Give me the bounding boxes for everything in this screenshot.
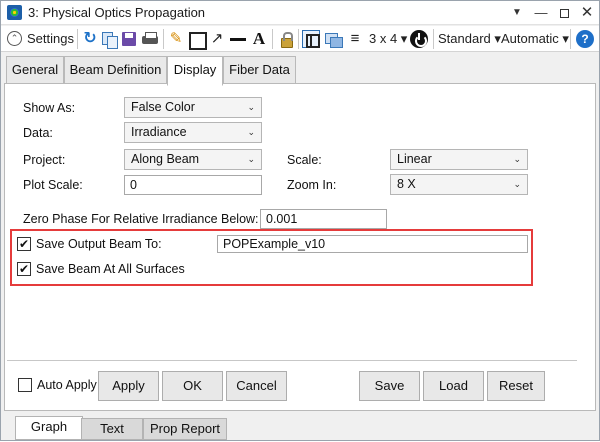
load-button[interactable]: Load [423,371,484,401]
data-label: Data: [23,126,53,140]
grid-icon[interactable] [302,30,320,48]
arrow-line-icon[interactable]: ↗ [208,30,226,48]
toolbar-divider [77,29,78,49]
auto-apply-label: Auto Apply [37,378,97,392]
chevron-down-icon[interactable]: ▼ [507,3,527,23]
app-icon [7,5,22,20]
cancel-button[interactable]: Cancel [226,371,287,401]
window-title: 3: Physical Optics Propagation [28,5,206,20]
chevron-down-icon: ⌄ [247,154,255,164]
toolbar-divider [298,29,299,49]
save-icon[interactable] [120,30,138,48]
tab-text[interactable]: Text [81,418,143,440]
toolbar-divider [272,29,273,49]
toolbar-divider [433,29,434,49]
auto-apply-checkbox[interactable] [18,378,32,392]
close-button[interactable]: ✕ [577,3,597,23]
project-label: Project: [23,153,66,167]
tab-graph[interactable]: Graph [15,416,83,440]
chevron-down-icon: ⌄ [513,154,521,164]
scale-label: Scale: [287,153,322,167]
data-select[interactable]: Irradiance ⌄ [124,122,262,143]
zero-phase-label: Zero Phase For Relative Irradiance Below… [23,212,259,226]
help-icon[interactable]: ? [576,30,594,48]
settings-tabs: General Beam Definition Display Fiber Da… [4,56,596,86]
tab-beam-definition[interactable]: Beam Definition [64,56,167,84]
chevron-down-icon: ⌄ [513,179,521,189]
standard-dropdown[interactable]: Standard ▾ [438,30,501,48]
highlight-box [10,229,533,286]
chevron-down-icon: ⌄ [247,127,255,137]
project-select[interactable]: Along Beam ⌄ [124,149,262,170]
tab-fiber-data[interactable]: Fiber Data [223,56,296,84]
scale-select[interactable]: Linear ⌄ [390,149,528,170]
settings-chevron-icon[interactable]: ⌃ [7,31,22,46]
bottom-tabs: Graph Text Prop Report [1,416,599,442]
apply-button[interactable]: Apply [98,371,159,401]
title-bar: 3: Physical Optics Propagation ▼ — ✕ [1,1,599,25]
maximize-button[interactable] [554,3,574,23]
zoom-in-label: Zoom In: [287,178,337,192]
rectangle-icon[interactable] [187,30,207,50]
copy-icon[interactable] [100,30,118,49]
ok-button[interactable]: OK [162,371,223,401]
tab-display[interactable]: Display [167,56,223,86]
lock-icon[interactable] [277,30,295,48]
show-as-label: Show As: [23,101,76,115]
chevron-down-icon: ⌄ [247,102,255,112]
line-icon[interactable] [229,30,247,48]
plot-scale-label: Plot Scale: [23,178,83,192]
plot-scale-input[interactable]: 0 [124,175,262,195]
windows-icon[interactable] [324,30,343,48]
power-icon[interactable] [410,30,428,48]
layout-dropdown[interactable]: 3 x 4 ▾ [369,30,407,48]
tab-general[interactable]: General [6,56,64,84]
layers-icon[interactable]: ≡ [346,30,364,48]
zero-phase-input[interactable]: 0.001 [260,209,387,229]
refresh-icon[interactable]: ↻ [81,30,99,48]
tab-prop-report[interactable]: Prop Report [143,418,227,440]
minimize-button[interactable]: — [531,3,551,23]
toolbar: ⌃ Settings ↻ ✎ ↗ A ≡ 3 x 4 ▾ Standard ▾ … [1,26,599,52]
show-as-select[interactable]: False Color ⌄ [124,97,262,118]
zoom-in-select[interactable]: 8 X ⌄ [390,174,528,195]
pencil-icon[interactable]: ✎ [167,30,185,48]
save-button[interactable]: Save [359,371,420,401]
toolbar-divider [163,29,164,49]
text-icon[interactable]: A [250,30,268,48]
toolbar-divider [570,29,571,49]
pop-window: 3: Physical Optics Propagation ▼ — ✕ ⌃ S… [0,0,600,441]
button-row-divider [7,360,577,361]
print-icon[interactable] [141,30,159,48]
settings-button[interactable]: Settings [27,30,74,48]
automatic-dropdown[interactable]: Automatic ▾ [501,30,569,48]
reset-button[interactable]: Reset [487,371,545,401]
